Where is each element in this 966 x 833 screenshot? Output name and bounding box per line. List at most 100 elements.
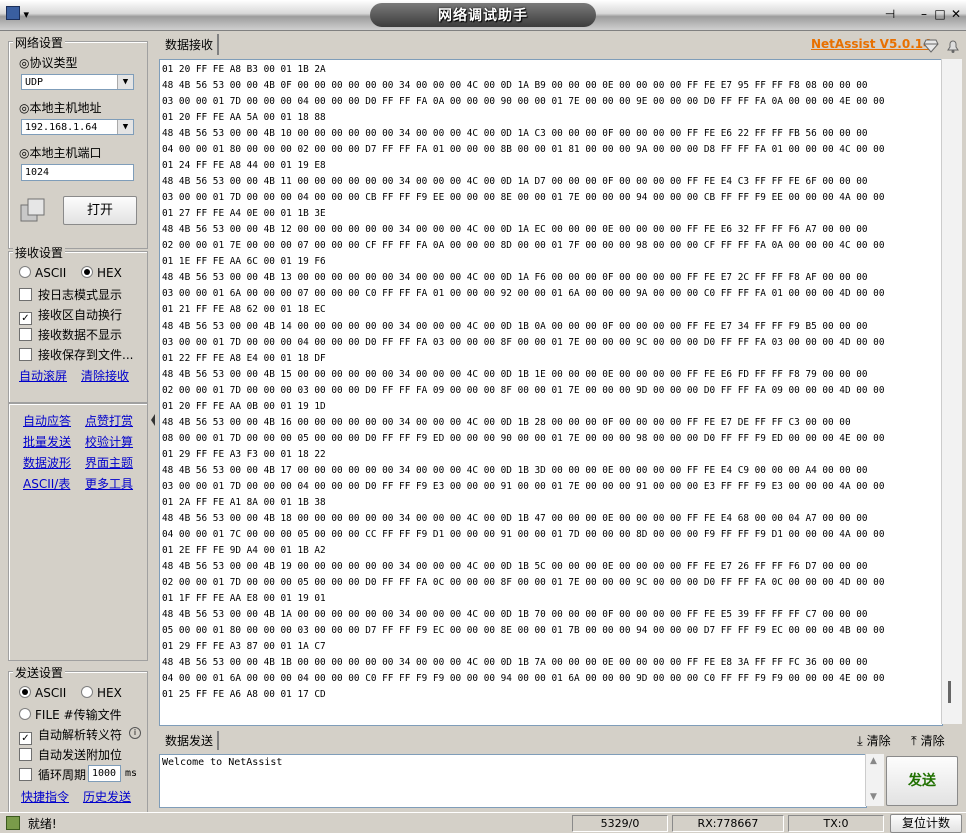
checkbox-checked-icon: ✓ [19, 732, 32, 745]
reset-counter-button[interactable]: 复位计数 [890, 814, 962, 833]
receive-data-text: 01 20 FF FE A8 B3 00 01 1B 2A 48 4B 56 5… [162, 64, 885, 701]
send-settings-group: 发送设置 ASCII HEX FILE #传输文件 ✓ 自动解析转义符 i 自动发… [8, 664, 148, 813]
send-file-label: FILE #传输文件 [35, 708, 122, 722]
receive-tab[interactable]: 数据接收 [161, 34, 220, 55]
tx-counter: TX:0 [788, 815, 884, 832]
maximize-button[interactable]: □ [932, 6, 948, 22]
auto-wrap-checkbox[interactable]: ✓ 接收区自动换行 [19, 306, 122, 325]
radio-selected-icon [19, 686, 31, 698]
host-port-label: ◎本地主机端口 [19, 146, 102, 160]
receive-textarea[interactable]: 01 20 FF FE A8 B3 00 01 1B 2A 48 4B 56 5… [159, 59, 943, 726]
auto-reply-link[interactable]: 自动应答 [23, 412, 71, 429]
send-hex-radio[interactable]: HEX [81, 686, 122, 700]
ascii-table-link[interactable]: ASCII/表 [23, 475, 70, 492]
protocol-select[interactable]: UDP ▼ [21, 74, 134, 90]
clear-receive-link[interactable]: 清除接收 [81, 367, 129, 384]
log-mode-checkbox[interactable]: 按日志模式显示 [19, 286, 122, 303]
auto-scroll-link[interactable]: 自动滚屏 [19, 367, 67, 384]
radio-icon [19, 708, 31, 720]
status-ready-text: 就绪! [27, 817, 57, 831]
protocol-label: ◎协议类型 [19, 56, 78, 70]
rx-counter: RX:778667 [672, 815, 784, 832]
receive-settings-group: 接收设置 ASCII HEX 按日志模式显示 ✓ 接收区自动换行 接收数据不显示 … [8, 244, 148, 403]
checkbox-icon [19, 768, 32, 781]
log-mode-label: 按日志模式显示 [38, 288, 123, 302]
send-ascii-label: ASCII [35, 686, 67, 700]
checkbox-icon [19, 328, 32, 341]
arrow-down-icon: ⤓ [857, 734, 863, 749]
window-title: 网络调试助手 [438, 8, 528, 24]
clear-label: 清除 [866, 734, 891, 748]
dropdown-arrow-icon: ▼ [117, 75, 133, 89]
radio-icon [19, 266, 31, 278]
history-link[interactable]: 历史发送 [83, 788, 131, 805]
recv-ascii-radio[interactable]: ASCII [19, 266, 66, 280]
status-ready: 就绪! [6, 815, 57, 832]
waveform-link[interactable]: 数据波形 [23, 454, 71, 471]
scroll-thumb[interactable] [948, 681, 951, 703]
close-button[interactable]: ✕ [948, 6, 964, 22]
info-icon[interactable]: i [129, 727, 141, 739]
save-to-file-checkbox[interactable]: 接收保存到文件... [19, 346, 133, 363]
panel-splitter[interactable] [150, 380, 156, 460]
host-address-select[interactable]: 192.168.1.64 ▼ [21, 119, 134, 135]
cycle-checkbox[interactable]: 循环周期 [19, 766, 86, 783]
tools-group: 自动应答 点赞打赏 批量发送 校验计算 数据波形 界面主题 ASCII/表 更多… [8, 403, 148, 661]
clear-send-button[interactable]: ⤒ 清除 [911, 732, 945, 749]
brand-link[interactable]: NetAssist V5.0.14 [811, 37, 931, 51]
clear-label: 清除 [920, 734, 945, 748]
send-settings-legend: 发送设置 [13, 664, 66, 681]
minimize-button[interactable]: – [916, 6, 932, 22]
parse-escape-checkbox[interactable]: ✓ 自动解析转义符 [19, 726, 122, 745]
left-panel: 网络设置 ◎协议类型 UDP ▼ ◎本地主机地址 192.168.1.64 ▼ … [0, 31, 150, 814]
clear-send-history-button[interactable]: ⤓ 清除 [857, 732, 891, 749]
hide-data-label: 接收数据不显示 [38, 328, 123, 342]
append-bit-checkbox[interactable]: 自动发送附加位 [19, 746, 122, 763]
pin-button[interactable]: ⊣ [882, 6, 898, 22]
send-textarea[interactable]: Welcome to NetAssist [159, 754, 867, 808]
receive-tabbar: 数据接收 NetAssist V5.0.14 [157, 31, 963, 57]
checkbox-icon [19, 288, 32, 301]
recv-hex-label: HEX [97, 266, 122, 280]
checkbox-icon [19, 748, 32, 761]
diamond-icon[interactable] [923, 39, 939, 56]
batch-send-link[interactable]: 批量发送 [23, 433, 71, 450]
receive-settings-legend: 接收设置 [13, 244, 66, 261]
scroll-up-icon[interactable]: ▲ [870, 756, 877, 766]
open-button[interactable]: 打开 [63, 196, 137, 225]
status-icon [6, 816, 20, 830]
bell-icon[interactable] [945, 38, 961, 57]
packet-counter: 5329/0 [572, 815, 668, 832]
radio-selected-icon [81, 266, 93, 278]
cycle-unit: ms [125, 768, 138, 779]
connection-icon [19, 197, 47, 225]
shortcuts-link[interactable]: 快捷指令 [21, 788, 69, 805]
more-tools-link[interactable]: 更多工具 [85, 475, 133, 492]
cycle-period-input[interactable]: 1000 [88, 765, 121, 782]
host-port-input[interactable]: 1024 [21, 164, 134, 181]
network-settings-group: 网络设置 ◎协议类型 UDP ▼ ◎本地主机地址 192.168.1.64 ▼ … [8, 34, 148, 249]
checkbox-checked-icon: ✓ [19, 312, 32, 325]
send-hex-label: HEX [97, 686, 122, 700]
send-scrollbar[interactable]: ▲ ▼ [865, 754, 884, 806]
network-settings-legend: 网络设置 [13, 34, 66, 51]
status-bar: 就绪! 5329/0 RX:778667 TX:0 复位计数 [0, 812, 966, 833]
radio-icon [81, 686, 93, 698]
send-text-value: Welcome to NetAssist [162, 757, 283, 768]
send-tab[interactable]: 数据发送 [161, 731, 220, 750]
title-bar[interactable]: ▾ 网络调试助手 ⊣ – □ ✕ [0, 0, 966, 31]
scroll-down-icon[interactable]: ▼ [870, 792, 877, 802]
receive-scrollbar[interactable] [941, 59, 962, 724]
theme-link[interactable]: 界面主题 [85, 454, 133, 471]
checksum-link[interactable]: 校验计算 [85, 433, 133, 450]
hide-data-checkbox[interactable]: 接收数据不显示 [19, 326, 122, 343]
recv-hex-radio[interactable]: HEX [81, 266, 122, 280]
cycle-label: 循环周期 [38, 768, 87, 782]
append-bit-label: 自动发送附加位 [38, 748, 123, 762]
donate-link[interactable]: 点赞打赏 [85, 412, 133, 429]
send-file-radio[interactable]: FILE #传输文件 [19, 706, 122, 723]
send-ascii-radio[interactable]: ASCII [19, 686, 66, 700]
send-button[interactable]: 发送 [886, 756, 958, 806]
auto-wrap-label: 接收区自动换行 [38, 308, 123, 322]
arrow-up-icon: ⤒ [911, 734, 917, 749]
